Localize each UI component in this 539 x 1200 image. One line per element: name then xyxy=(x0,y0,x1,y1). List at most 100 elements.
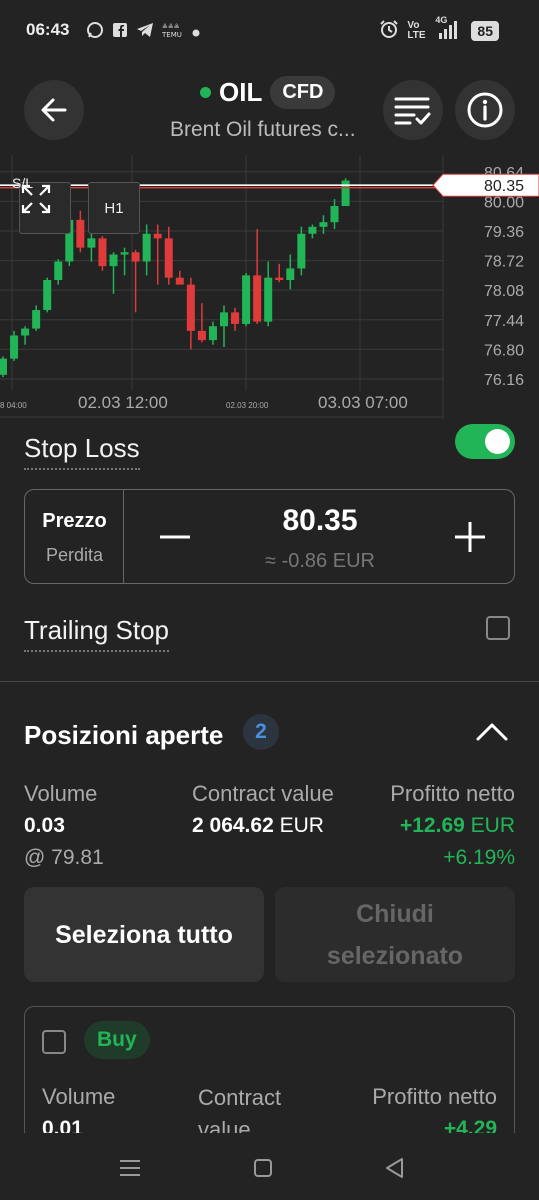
tab-price[interactable]: Prezzo xyxy=(25,510,124,533)
candle-body-down xyxy=(98,238,107,267)
collapse-positions-button[interactable] xyxy=(474,717,510,747)
contract-value-header: Contract value xyxy=(192,781,334,806)
info-icon xyxy=(467,92,503,128)
contract-value-unit: EUR xyxy=(279,814,324,837)
instrument-description: Brent Oil futures c... xyxy=(170,118,356,141)
candle-body-up xyxy=(87,238,96,248)
total-contract-value: 2 064.62 EUR xyxy=(192,814,324,838)
open-positions-title: Posizioni aperte xyxy=(24,720,224,750)
candle-body-down xyxy=(253,275,262,322)
back-button[interactable] xyxy=(24,80,84,140)
trailing-stop-checkbox[interactable] xyxy=(486,616,510,640)
candle-body-up xyxy=(242,275,251,324)
timeframe-button[interactable]: H1 xyxy=(88,182,140,234)
telegram-icon xyxy=(136,22,154,41)
open-positions-count: 2 xyxy=(243,714,279,750)
contract-value-number: 2 064.62 xyxy=(192,814,274,837)
volume-header: Volume xyxy=(24,781,98,806)
candlestick-chart[interactable]: 80.6480.0079.3678.7278.0877.4476.8076.16… xyxy=(0,155,539,420)
stop-loss-mode-tabs: Prezzo Perdita xyxy=(25,490,124,583)
nav-recents-button[interactable] xyxy=(115,1153,145,1183)
facebook-icon xyxy=(112,22,128,41)
decrease-button[interactable] xyxy=(155,512,195,562)
candle-body-down xyxy=(175,277,184,285)
dot-icon xyxy=(192,24,200,40)
instrument-type-badge: CFD xyxy=(270,76,336,109)
signal-4g-icon: 4G xyxy=(435,15,463,42)
temu-icon: ≗≗≗ TEMU xyxy=(161,22,184,41)
stop-loss-toggle[interactable] xyxy=(455,424,515,459)
nav-home-button[interactable] xyxy=(248,1153,278,1183)
y-tick-label: 76.16 xyxy=(484,372,524,389)
order-settings-button[interactable] xyxy=(383,80,443,140)
net-profit-number: +12.69 xyxy=(399,814,465,837)
svg-text:≗≗≗: ≗≗≗ xyxy=(162,23,180,31)
candle-body-up xyxy=(308,226,317,234)
info-button[interactable] xyxy=(455,80,515,140)
x-tick-label: 02.03 20:00 xyxy=(226,401,269,410)
volte-icon: Vo LTE xyxy=(407,19,426,41)
section-divider xyxy=(0,681,539,682)
minus-icon xyxy=(160,535,190,539)
candle-body-up xyxy=(208,326,217,341)
y-tick-label: 76.80 xyxy=(484,342,524,359)
y-tick-label: 78.72 xyxy=(484,254,524,271)
net-profit-unit: EUR xyxy=(470,814,515,837)
candle-body-down xyxy=(231,312,240,324)
instrument-symbol: OIL xyxy=(219,77,263,107)
position-side-badge: Buy xyxy=(84,1021,150,1059)
menu-icon xyxy=(120,1160,140,1176)
status-bar: 06:43 ≗≗≗ TEMU Vo LTE 4G 85 xyxy=(0,0,539,62)
chevron-up-icon xyxy=(476,723,508,741)
candle-body-down xyxy=(131,252,140,262)
y-tick-label: 77.44 xyxy=(484,313,524,330)
increase-button[interactable] xyxy=(445,512,495,562)
candle-body-up xyxy=(0,358,7,375)
net-profit-percent: +6.19% xyxy=(443,846,515,869)
arrow-left-icon xyxy=(41,98,67,122)
candle-body-up xyxy=(286,268,295,280)
candle-body-up xyxy=(142,233,151,262)
candle-body-up xyxy=(21,328,30,336)
system-icons: Vo LTE 4G 85 xyxy=(379,15,499,42)
square-icon xyxy=(254,1159,272,1177)
nav-back-button[interactable] xyxy=(380,1153,410,1183)
triangle-back-icon xyxy=(386,1158,403,1178)
stop-loss-price-value[interactable]: 80.35 xyxy=(205,504,435,538)
price-chart[interactable]: 80.64 80.00 79.36 78.72 78.08 77.44 76.80 76.16… xyxy=(0,155,539,420)
svg-text:TEMU: TEMU xyxy=(162,31,182,38)
notification-icons: ≗≗≗ TEMU xyxy=(86,21,200,42)
system-nav-bar xyxy=(0,1133,539,1200)
network-type-label: 4G xyxy=(435,15,448,25)
instrument-title[interactable]: OIL CFD xyxy=(200,76,336,109)
total-volume: 0.03 xyxy=(24,814,65,837)
stop-loss-label[interactable]: Stop Loss xyxy=(24,433,140,470)
trailing-stop-label[interactable]: Trailing Stop xyxy=(24,615,169,652)
candle-body-up xyxy=(120,252,129,255)
close-selected-button[interactable]: Chiudi selezionato xyxy=(275,887,515,982)
market-open-dot xyxy=(200,87,211,98)
tab-loss[interactable]: Perdita xyxy=(25,545,124,566)
whatsapp-icon xyxy=(86,21,104,42)
candle-body-up xyxy=(43,280,52,311)
plus-icon xyxy=(455,522,485,552)
stop-loss-price-tag-label: 80.35 xyxy=(484,178,524,195)
select-all-button[interactable]: Seleziona tutto xyxy=(24,887,264,982)
average-open-price: @ 79.81 xyxy=(24,846,104,869)
candle-body-up xyxy=(341,180,350,206)
position-checkbox[interactable] xyxy=(42,1030,66,1054)
candle-body-down xyxy=(164,238,173,278)
position-volume-header: Volume xyxy=(42,1084,116,1109)
candle-body-up xyxy=(319,222,328,227)
candle-body-up xyxy=(220,312,228,327)
stop-loss-marker-label: S/L xyxy=(12,175,34,191)
stop-loss-estimate: ≈ -0.86 EUR xyxy=(265,550,375,572)
x-tick-label: 02.03 12:00 xyxy=(78,393,168,412)
candle-body-down xyxy=(153,233,162,239)
x-tick-label: 03.03 07:00 xyxy=(318,393,408,412)
candle-body-up xyxy=(264,277,273,322)
candle-body-up xyxy=(32,310,41,329)
y-tick-label: 80.00 xyxy=(484,194,524,211)
status-time: 06:43 xyxy=(26,20,70,39)
candle-body-down xyxy=(197,330,206,341)
